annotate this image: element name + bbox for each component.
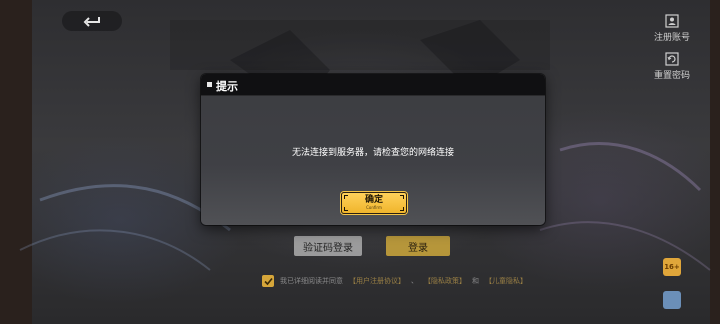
register-account-button[interactable]: 注册账号 [652, 14, 692, 43]
corner-mark [344, 207, 348, 211]
register-account-label: 注册账号 [653, 33, 690, 43]
title-bullet-icon [207, 82, 212, 87]
reset-password-label: 重置密码 [653, 71, 690, 81]
login-button[interactable]: 登录 [386, 236, 450, 256]
agreement-text: 我已详细阅读并同意 [280, 277, 343, 285]
age-rating-icon: 16+ [663, 258, 681, 276]
user-agreement-link[interactable]: 【用户注册协议】 [349, 276, 405, 286]
dialog-header: 提示 [201, 74, 545, 96]
certification-icon [663, 291, 681, 309]
back-arrow-icon [83, 17, 100, 27]
reset-password-icon [665, 52, 679, 66]
confirm-label: 确定 [364, 195, 383, 205]
back-button[interactable] [62, 11, 122, 31]
confirm-sublabel: Confirm [366, 205, 382, 210]
dialog-message: 无法连接到服务器，请检查您的网络连接 [291, 148, 454, 158]
corner-mark [400, 195, 404, 199]
agreement-checkbox[interactable] [262, 275, 274, 287]
child-privacy-link[interactable]: 【儿童隐私】 [485, 276, 527, 286]
agreement-and: 和 [472, 277, 479, 285]
login-screen: 注册账号 重置密码 验证码登录 登录 我已详细阅读并同意 【用户注册协议】 、 … [0, 0, 720, 324]
register-account-icon [665, 14, 679, 28]
age-rating-label: 16+ [664, 263, 680, 271]
reset-password-button[interactable]: 重置密码 [652, 52, 692, 81]
dialog-title: 提示 [216, 80, 238, 93]
code-login-button[interactable]: 验证码登录 [294, 236, 362, 256]
agreement-separator: 、 [411, 277, 418, 285]
left-edge [0, 0, 32, 324]
checkmark-icon [263, 277, 273, 285]
confirm-button[interactable]: 确定 Confirm [341, 192, 407, 214]
agreement-row: 我已详细阅读并同意 【用户注册协议】 、 【隐私政策】 和 【儿童隐私】 [262, 275, 527, 287]
corner-mark [400, 207, 404, 211]
privacy-policy-link[interactable]: 【隐私政策】 [424, 276, 466, 286]
alert-dialog: 提示 无法连接到服务器，请检查您的网络连接 确定 Confirm [201, 74, 545, 225]
right-edge [710, 0, 720, 324]
corner-mark [344, 195, 348, 199]
